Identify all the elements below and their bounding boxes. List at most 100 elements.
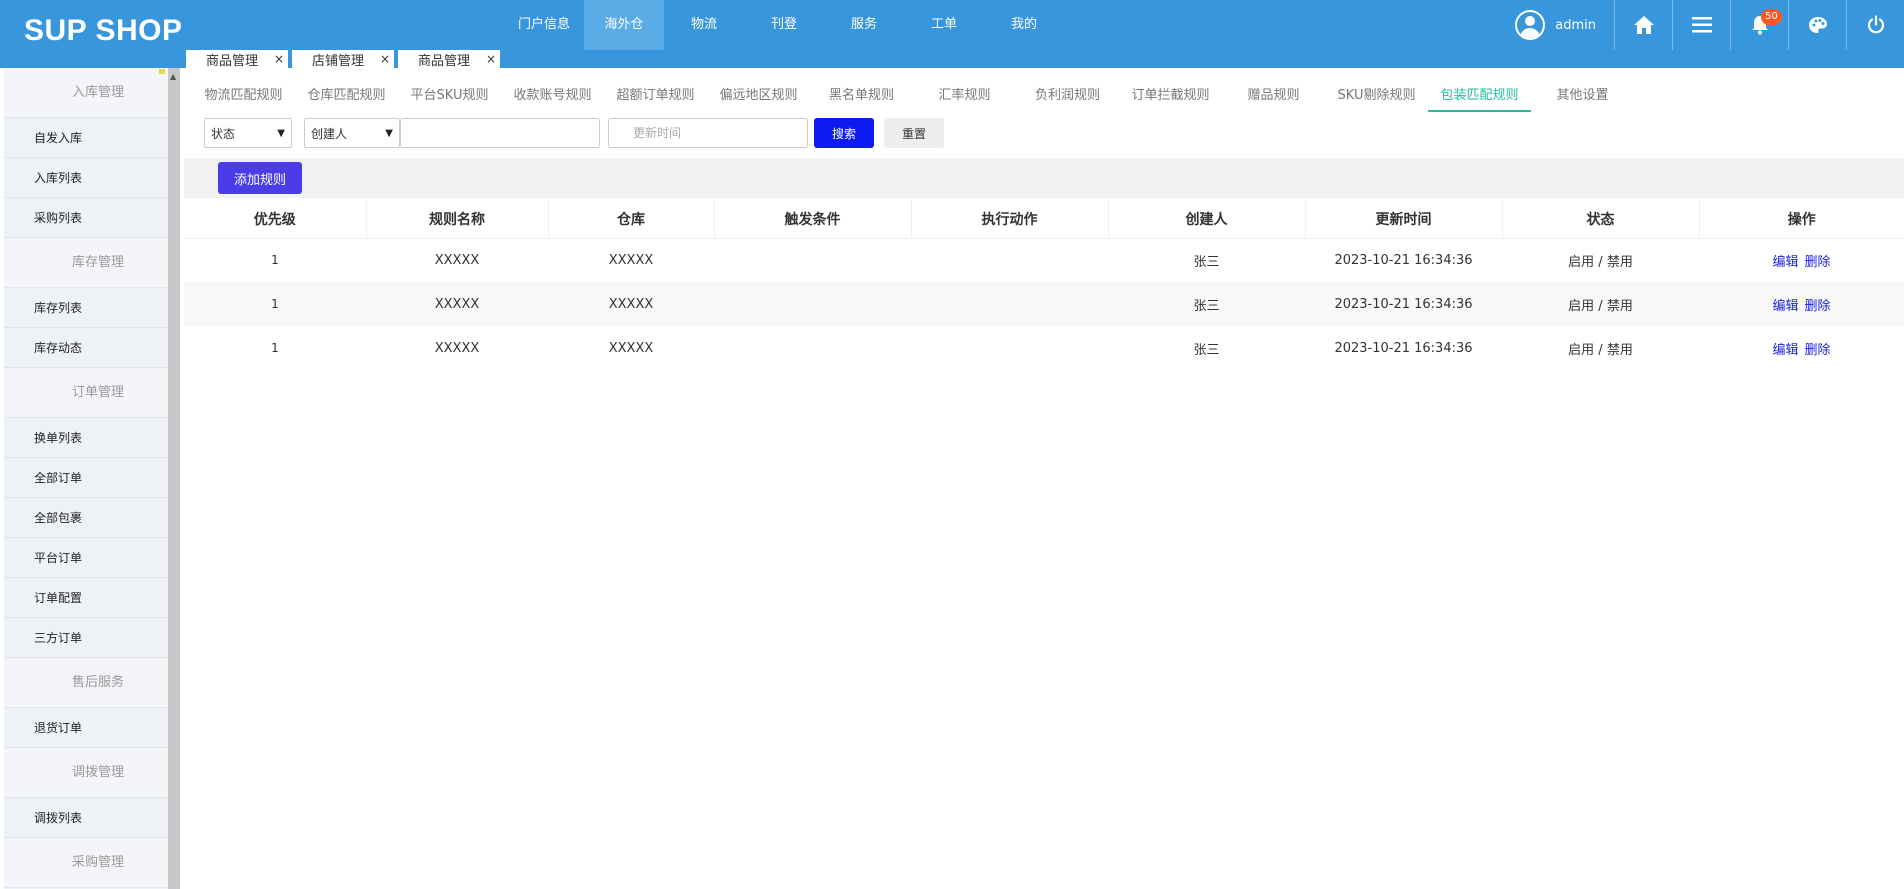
edit-link[interactable]: 编辑 — [1772, 343, 1798, 358]
sidebar-item-inventory-list[interactable]: 库存列表 — [4, 288, 168, 328]
close-icon[interactable]: × — [380, 52, 390, 66]
tab-packaging-matching[interactable]: 包装匹配规则 — [1428, 80, 1531, 112]
reset-button[interactable]: 重置 — [884, 118, 944, 148]
nav-item-listing[interactable]: 刊登 — [744, 0, 824, 50]
tab-negative-profit[interactable]: 负利润规则 — [1016, 80, 1119, 112]
sidebar-item-purchase-list[interactable]: 采购列表 — [4, 198, 168, 238]
column-header-creator[interactable]: 创建人 — [1108, 200, 1306, 239]
sidebar-section-inventory[interactable]: 库存管理 — [4, 238, 168, 288]
column-header-operations: 操作 — [1699, 200, 1904, 239]
sidebar-item-inventory-activity[interactable]: 库存动态 — [4, 328, 168, 368]
sidebar-item-self-inbound[interactable]: 自发入库 — [4, 118, 168, 158]
filter-bar: 状态 ▼ 创建人 ▼ 搜索 重置 — [204, 118, 944, 148]
delete-link[interactable]: 删除 — [1805, 255, 1831, 270]
nav-item-logistics[interactable]: 物流 — [664, 0, 744, 50]
cell-warehouse: XXXXX — [608, 340, 654, 356]
cell-priority: 1 — [184, 282, 366, 326]
edit-link[interactable]: 编辑 — [1772, 299, 1798, 314]
column-header-trigger[interactable]: 触发条件 — [714, 200, 912, 239]
cell-rule-name: XXXXX — [434, 340, 480, 356]
tab-order-intercept[interactable]: 订单拦截规则 — [1119, 80, 1222, 112]
tab-exchange-rate[interactable]: 汇率规则 — [913, 80, 1016, 112]
table-row: 1 XXXXX XXXXX 张三 2023-10-21 16:34:36 启用 … — [184, 282, 1904, 326]
search-button[interactable]: 搜索 — [814, 118, 874, 148]
update-time-input[interactable] — [608, 118, 808, 148]
sidebar-scrollbar[interactable]: ▲ — [168, 68, 180, 889]
tab-excess-order[interactable]: 超额订单规则 — [604, 80, 707, 112]
column-header-priority[interactable]: 优先级 — [184, 200, 367, 239]
tab-blacklist[interactable]: 黑名单规则 — [810, 80, 913, 112]
tab-sku-exclusion[interactable]: SKU剔除规则 — [1325, 80, 1428, 112]
delete-link[interactable]: 删除 — [1805, 299, 1831, 314]
sidebar-item-platform-orders[interactable]: 平台订单 — [4, 538, 168, 578]
tab-gift[interactable]: 赠品规则 — [1222, 80, 1325, 112]
page-tab-label: 店铺管理 — [312, 53, 365, 69]
tab-other-settings[interactable]: 其他设置 — [1531, 80, 1634, 112]
close-icon[interactable]: × — [274, 52, 284, 66]
delete-link[interactable]: 删除 — [1805, 343, 1831, 358]
column-header-status[interactable]: 状态 — [1502, 200, 1700, 239]
sidebar-item-swap-list[interactable]: 换单列表 — [4, 418, 168, 458]
notifications-button[interactable]: 50 — [1730, 0, 1788, 50]
add-rule-button[interactable]: 添加规则 — [218, 162, 302, 194]
page-tab-product-1[interactable]: 商品管理 × — [184, 50, 288, 69]
nav-item-overseas-warehouse[interactable]: 海外仓 — [584, 0, 664, 50]
top-bar: SUP SHOP 门户信息 海外仓 物流 刊登 服务 工单 我的 admin 5… — [0, 0, 1904, 69]
cell-trigger — [714, 238, 911, 282]
sidebar-item-third-party-orders[interactable]: 三方订单 — [4, 618, 168, 658]
tab-payment-account[interactable]: 收款账号规则 — [501, 80, 604, 112]
column-header-action[interactable]: 执行动作 — [911, 200, 1109, 239]
logout-button[interactable] — [1846, 0, 1904, 50]
menu-button[interactable] — [1672, 0, 1730, 50]
column-header-rule-name[interactable]: 规则名称 — [366, 200, 549, 239]
cell-status[interactable]: 启用 / 禁用 — [1502, 238, 1699, 282]
sidebar-section-orders[interactable]: 订单管理 — [4, 368, 168, 418]
tab-logistics-matching[interactable]: 物流匹配规则 — [192, 80, 295, 112]
user-avatar-icon — [1515, 10, 1546, 40]
close-icon[interactable]: × — [486, 52, 496, 66]
tab-platform-sku[interactable]: 平台SKU规则 — [398, 80, 501, 112]
power-icon — [1867, 15, 1884, 34]
sidebar-item-inbound-list[interactable]: 入库列表 — [4, 158, 168, 198]
cell-action — [911, 282, 1108, 326]
sidebar-item-return-orders[interactable]: 退货订单 — [4, 708, 168, 748]
main-content: 物流匹配规则 仓库匹配规则 平台SKU规则 收款账号规则 超额订单规则 偏远地区… — [184, 80, 1904, 889]
column-header-warehouse[interactable]: 仓库 — [548, 200, 715, 239]
nav-item-portal[interactable]: 门户信息 — [504, 0, 584, 50]
theme-button[interactable] — [1788, 0, 1846, 50]
sidebar-item-all-packages[interactable]: 全部包裹 — [4, 498, 168, 538]
chevron-down-icon: ▼ — [385, 127, 393, 139]
header-tools: admin 50 — [1515, 0, 1904, 50]
main-nav: 门户信息 海外仓 物流 刊登 服务 工单 我的 — [504, 0, 1064, 50]
nav-item-ticket[interactable]: 工单 — [904, 0, 984, 50]
cell-trigger — [714, 326, 911, 370]
page-tabs: 商品管理 × 店铺管理 × 商品管理 × — [184, 50, 502, 69]
tab-warehouse-matching[interactable]: 仓库匹配规则 — [295, 80, 398, 112]
column-header-updated[interactable]: 更新时间 — [1305, 200, 1503, 239]
status-select[interactable]: 状态 ▼ — [204, 118, 292, 148]
home-button[interactable] — [1614, 0, 1672, 50]
page-tab-product-2[interactable]: 商品管理 × — [396, 50, 500, 69]
status-select-value: 状态 — [211, 126, 236, 141]
sidebar-item-all-orders[interactable]: 全部订单 — [4, 458, 168, 498]
sidebar-section-transfer[interactable]: 调拨管理 — [4, 748, 168, 798]
tab-remote-area[interactable]: 偏远地区规则 — [707, 80, 810, 112]
sidebar-section-purchasing[interactable]: 采购管理 — [4, 838, 168, 888]
sidebar-item-transfer-list[interactable]: 调拨列表 — [4, 798, 168, 838]
nav-item-service[interactable]: 服务 — [824, 0, 904, 50]
cell-status[interactable]: 启用 / 禁用 — [1502, 326, 1699, 370]
edit-link[interactable]: 编辑 — [1772, 255, 1798, 270]
cell-status[interactable]: 启用 / 禁用 — [1502, 282, 1699, 326]
sidebar-section-after-sales[interactable]: 售后服务 — [4, 658, 168, 708]
cell-creator: 张三 — [1108, 282, 1305, 326]
page-tab-store[interactable]: 店铺管理 × — [290, 50, 394, 69]
nav-item-mine[interactable]: 我的 — [984, 0, 1064, 50]
keyword-input[interactable] — [400, 118, 600, 148]
app-logo[interactable]: SUP SHOP — [24, 14, 183, 48]
cell-rule-name: XXXXX — [366, 282, 548, 326]
user-menu[interactable]: admin — [1515, 0, 1614, 50]
creator-select[interactable]: 创建人 ▼ — [304, 118, 400, 148]
sidebar-item-order-config[interactable]: 订单配置 — [4, 578, 168, 618]
scroll-up-icon[interactable]: ▲ — [170, 72, 176, 81]
sidebar-section-inbound[interactable]: 入库管理 — [4, 68, 168, 118]
